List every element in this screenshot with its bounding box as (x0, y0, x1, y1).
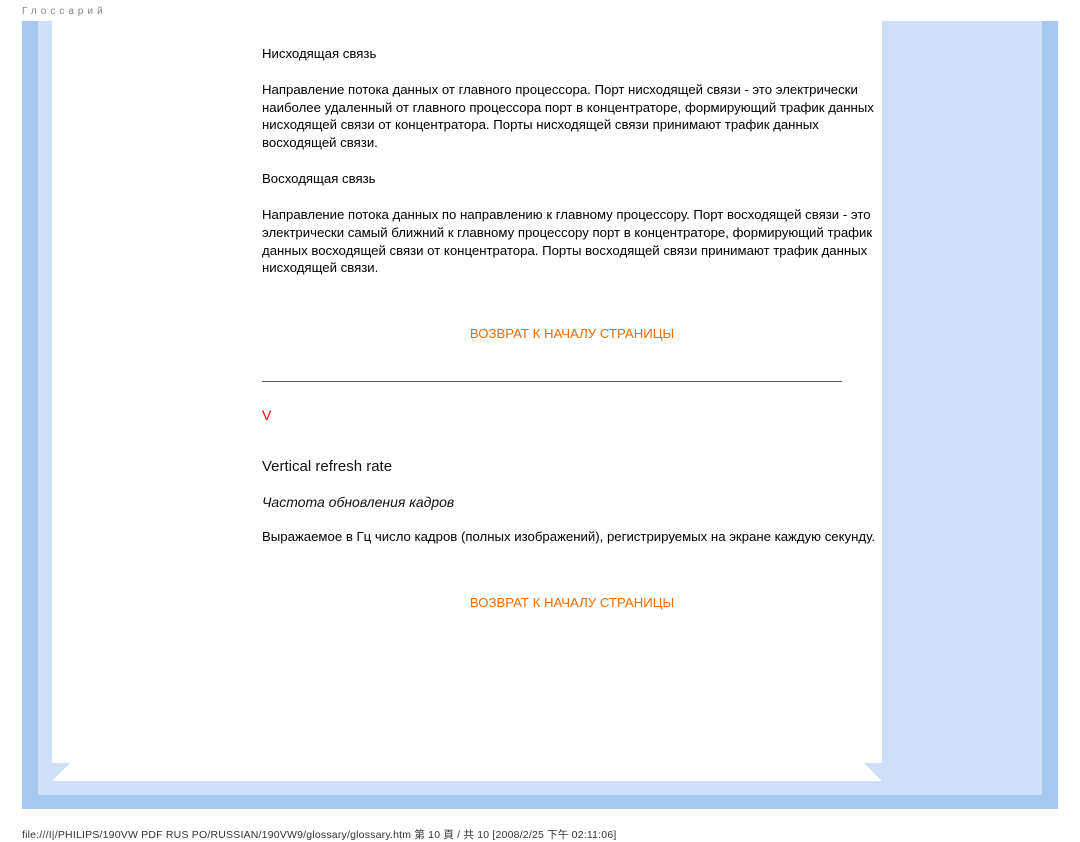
term-upstream-title: Восходящая связь (262, 170, 882, 206)
mid-frame: Нисходящая связь Направление потока данн… (38, 21, 1042, 795)
term-vertical-refresh-desc: Выражаемое в Гц число кадров (полных изо… (262, 528, 882, 564)
term-vertical-refresh-en: Vertical refresh rate (262, 457, 882, 493)
footer-file-path: file:///I|/PHILIPS/190VW PDF RUS PO/RUSS… (0, 809, 1080, 842)
corner-bottom-left (52, 763, 70, 781)
section-letter-v: V (262, 406, 882, 457)
back-to-top-block-1: ВОЗВРАТ К НАЧАЛУ СТРАНИЦЫ (262, 295, 882, 381)
page-sheet: Нисходящая связь Направление потока данн… (52, 21, 882, 781)
back-to-top-block-2: ВОЗВРАТ К НАЧАЛУ СТРАНИЦЫ (262, 564, 882, 650)
term-vertical-refresh-ru: Частота обновления кадров (262, 493, 882, 528)
back-to-top-link[interactable]: ВОЗВРАТ К НАЧАЛУ СТРАНИЦЫ (470, 595, 674, 610)
content-column: Нисходящая связь Направление потока данн… (262, 21, 882, 650)
term-downstream-title: Нисходящая связь (262, 45, 882, 81)
outer-frame: Нисходящая связь Направление потока данн… (22, 21, 1058, 809)
term-upstream-body: Направление потока данных по направлению… (262, 206, 882, 295)
back-to-top-link[interactable]: ВОЗВРАТ К НАЧАЛУ СТРАНИЦЫ (470, 326, 674, 341)
term-downstream-body: Направление потока данных от главного пр… (262, 81, 882, 170)
outer-frame-pad (22, 795, 1058, 809)
page-header-title: Глоссарий (0, 0, 1080, 21)
mid-frame-pad (38, 781, 1042, 795)
corner-bottom-right (864, 763, 882, 781)
section-divider (262, 381, 842, 382)
